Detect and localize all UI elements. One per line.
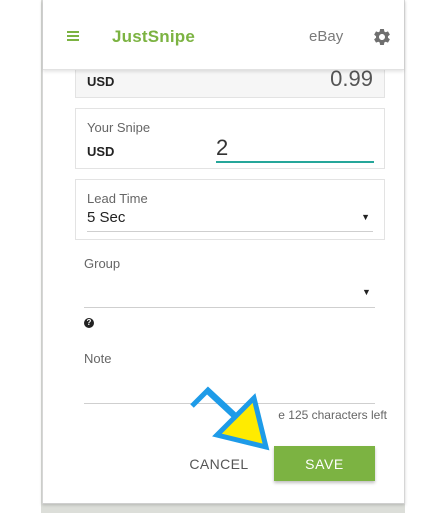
app-header: JustSnipe eBay: [43, 0, 404, 70]
lead-time-underline: [87, 231, 373, 232]
snipe-label: Your Snipe: [87, 120, 151, 135]
note-input[interactable]: [84, 403, 375, 404]
lead-time-label: Lead Time: [87, 191, 148, 206]
lead-time-field[interactable]: Lead Time 5 Sec ▼: [75, 179, 385, 240]
app-title: JustSnipe: [112, 27, 196, 46]
hamburger-menu-icon[interactable]: [67, 31, 79, 41]
gear-icon[interactable]: [372, 27, 392, 47]
group-select[interactable]: [84, 307, 375, 308]
price-currency: USD: [87, 74, 115, 89]
group-label: Group: [84, 256, 121, 271]
note-label: Note: [84, 351, 112, 366]
lead-time-select[interactable]: 5 Sec: [87, 209, 125, 226]
help-icon[interactable]: ?: [84, 318, 94, 328]
snipe-amount-field: Your Snipe USD: [75, 108, 385, 169]
caret-down-icon[interactable]: ▼: [361, 212, 370, 222]
caret-down-icon[interactable]: ▼: [362, 287, 371, 297]
snipe-amount-input[interactable]: [216, 135, 374, 163]
save-button[interactable]: SAVE: [274, 446, 375, 481]
snipe-currency: USD: [87, 144, 115, 159]
note-char-counter: e 125 characters left: [278, 408, 387, 422]
site-label: eBay: [309, 28, 344, 45]
cancel-button[interactable]: CANCEL: [184, 454, 254, 474]
snipe-dialog: JustSnipe eBay USD 0.99 Your Snipe USD L…: [42, 0, 405, 504]
